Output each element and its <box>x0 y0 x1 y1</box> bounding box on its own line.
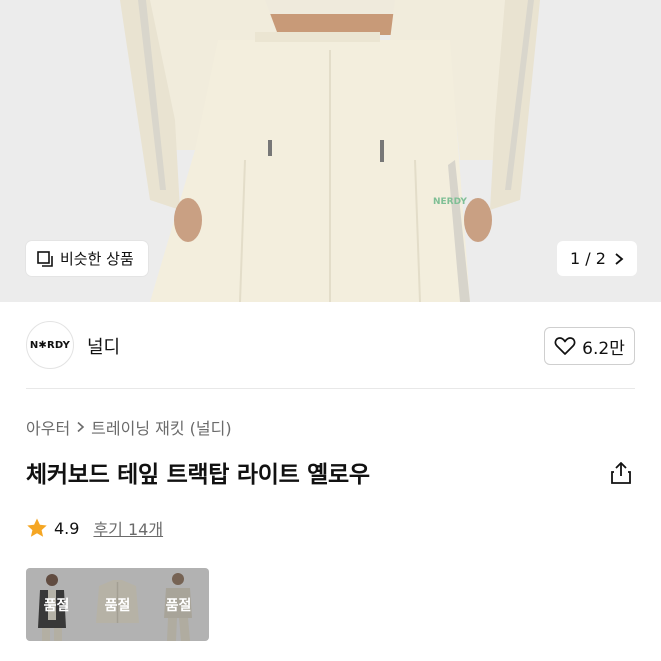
chevron-right-icon <box>77 421 85 433</box>
divider <box>26 388 635 389</box>
image-page-text: 1 / 2 <box>570 249 606 268</box>
star-icon <box>27 518 47 537</box>
similar-items-label: 비슷한 상품 <box>60 250 134 268</box>
similar-items-icon <box>37 250 53 267</box>
sold-out-label: 품절 <box>87 568 148 641</box>
image-page-indicator[interactable]: 1 / 2 <box>557 241 637 276</box>
brand-logo-text: N✱RDY <box>29 339 71 351</box>
sold-out-label: 품절 <box>26 568 87 641</box>
rating: 4.9 후기 14개 <box>26 516 163 540</box>
heart-outline-icon <box>554 337 576 355</box>
brand-logo[interactable]: N✱RDY <box>26 321 74 369</box>
share-icon[interactable] <box>608 460 634 486</box>
similar-items-button[interactable]: 비슷한 상품 <box>26 241 148 276</box>
sold-out-label: 품절 <box>148 568 209 641</box>
option-thumbnail[interactable]: 품절 <box>148 568 209 641</box>
option-thumbnail[interactable]: 품절 <box>26 568 87 641</box>
option-thumbnail[interactable]: 품절 <box>87 568 148 641</box>
product-image[interactable]: NERDY 비슷한 상품 1 / 2 <box>0 0 661 302</box>
reviews-link[interactable]: 후기 14개 <box>93 516 163 540</box>
like-button[interactable]: 6.2만 <box>544 327 635 365</box>
breadcrumb-item-category[interactable]: 트레이닝 재킷 (널디) <box>91 415 231 439</box>
chevron-right-icon <box>615 252 624 265</box>
breadcrumb: 아우터 트레이닝 재킷 (널디) <box>26 415 232 439</box>
breadcrumb-item-outer[interactable]: 아우터 <box>26 415 70 439</box>
rating-score: 4.9 <box>54 518 80 538</box>
pants-print-text: NERDY <box>433 197 467 207</box>
brand-row: N✱RDY 널디 6.2만 <box>0 302 661 388</box>
product-title: 체커보드 테잎 트랙탑 라이트 옐로우 <box>26 462 370 488</box>
option-thumbnails: 품절 품절 품절 <box>26 568 209 641</box>
brand-name[interactable]: 널디 <box>87 333 120 359</box>
like-count: 6.2만 <box>582 338 625 359</box>
